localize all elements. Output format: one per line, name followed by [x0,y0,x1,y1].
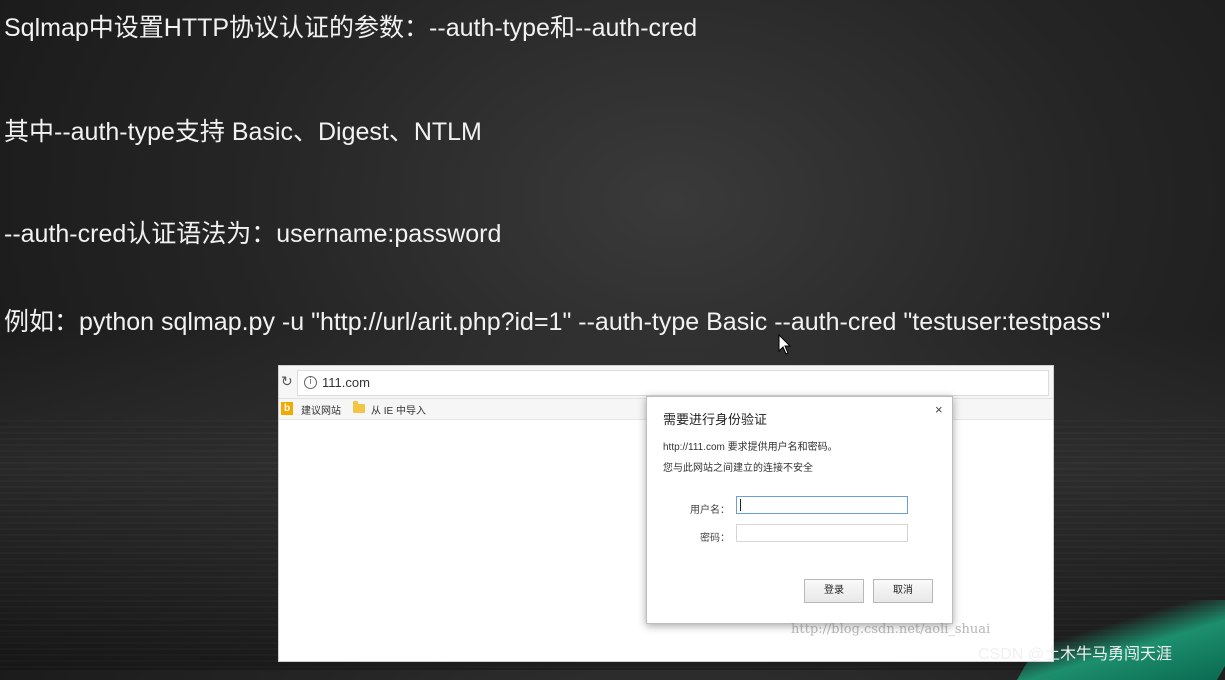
bookmark-import-from-ie[interactable]: 从 IE 中导入 [371,402,426,417]
close-icon[interactable]: × [935,402,943,417]
slide-line-4: 例如：python sqlmap.py -u "http://url/arit.… [4,308,1111,336]
slide-line-1: Sqlmap中设置HTTP协议认证的参数：--auth-type和--auth-… [4,14,698,42]
username-label: 用户名： [690,505,730,516]
folder-icon [353,401,365,413]
text-caret [740,499,741,511]
info-icon[interactable]: i [304,376,317,389]
blog-watermark: http://blog.csdn.net/aoli_shuai [791,622,991,637]
reload-icon[interactable]: ↻ [281,374,293,390]
url-text: 111.com [322,375,370,390]
browser-window: ↻ i 111.com b 建议网站 从 IE 中导入 需要进行身份验证 × h… [278,365,1054,662]
url-field[interactable]: i 111.com [297,370,1049,396]
address-bar: ↻ i 111.com [279,366,1053,399]
login-button[interactable]: 登录 [804,579,864,603]
dialog-message: http://111.com 要求提供用户名和密码。 [663,442,838,453]
cancel-button[interactable]: 取消 [873,579,933,603]
bing-icon: b [281,402,293,415]
password-input[interactable] [736,524,908,542]
dialog-warning: 您与此网站之间建立的连接不安全 [663,463,813,474]
password-label: 密码： [700,533,730,544]
csdn-credit: CSDN @土木牛马勇闯天涯 [978,646,1173,663]
slide-line-3: --auth-cred认证语法为：username:password [4,220,502,248]
auth-dialog: 需要进行身份验证 × http://111.com 要求提供用户名和密码。 您与… [646,396,953,624]
slide-line-2: 其中--auth-type支持 Basic、Digest、NTLM [4,118,482,146]
dialog-title: 需要进行身份验证 [663,412,768,427]
username-input[interactable] [736,496,908,514]
bookmark-suggested-sites[interactable]: 建议网站 [301,402,341,417]
mouse-cursor-icon [778,334,792,355]
